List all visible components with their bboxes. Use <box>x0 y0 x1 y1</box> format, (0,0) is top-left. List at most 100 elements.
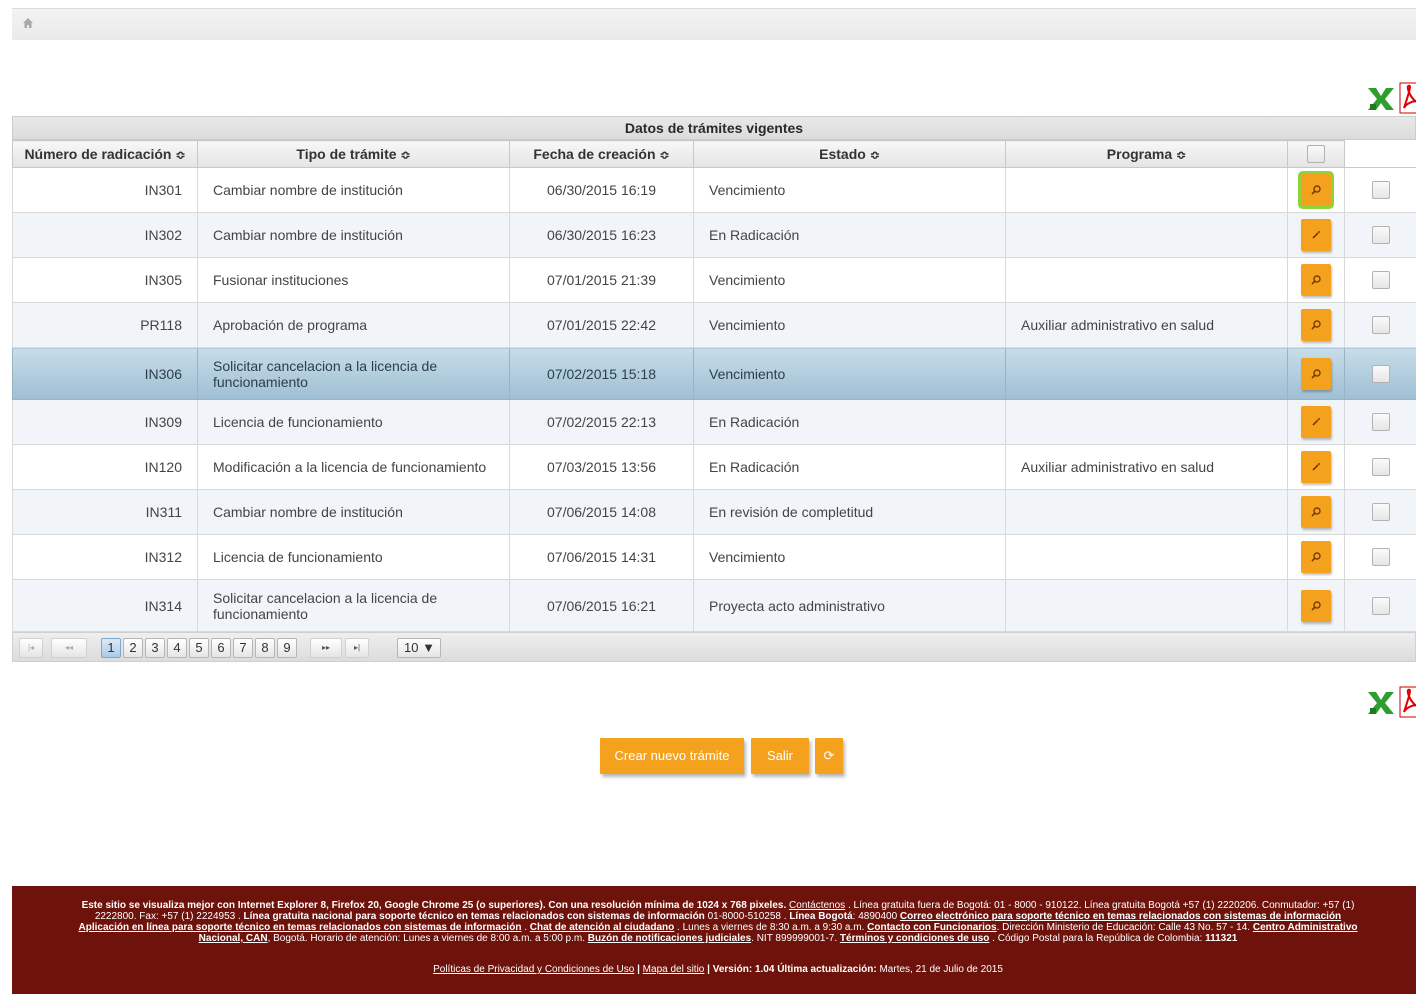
cell-tipo: Cambiar nombre de institución <box>197 167 510 213</box>
col-numero-radicacion[interactable]: Número de radicación ≎ <box>12 140 198 168</box>
privacy-link[interactable]: Políticas de Privacidad y Condiciones de… <box>433 964 634 975</box>
pager-page-6[interactable]: 6 <box>211 638 231 658</box>
table-row[interactable]: IN120 Modificación a la licencia de funci… <box>12 444 1416 490</box>
col-programa[interactable]: Programa ≎ <box>1005 140 1288 168</box>
table-row[interactable]: PR118 Aprobación de programa 07/01/2015 22… <box>12 302 1416 348</box>
cell-action <box>1287 167 1345 213</box>
pdf-export-icon[interactable] <box>1398 686 1416 718</box>
online-support-link[interactable]: Aplicación en línea para soporte técnico… <box>79 922 522 933</box>
chat-link[interactable]: Chat de atención al ciudadano <box>530 922 674 933</box>
select-all-checkbox[interactable] <box>1307 145 1325 164</box>
table-row[interactable]: IN311 Cambiar nombre de institución 07/06/… <box>12 489 1416 535</box>
pager-page-4[interactable]: 4 <box>167 638 187 658</box>
row-checkbox[interactable] <box>1371 413 1390 432</box>
cell-tipo: Solicitar cancelacion a la licencia de f… <box>197 347 510 400</box>
pager-page-8[interactable]: 8 <box>255 638 275 658</box>
search-icon[interactable] <box>1301 264 1331 296</box>
footer-text: , Bogotá. Horario de atención: Lunes a v… <box>267 933 588 944</box>
row-checkbox[interactable] <box>1371 548 1390 567</box>
pager-prev-button[interactable]: ◂◂ <box>51 638 87 658</box>
refresh-icon[interactable]: ⟳ <box>815 738 843 774</box>
table-header-row: Número de radicación ≎ Tipo de trámite ≎ F… <box>12 140 1416 168</box>
row-checkbox[interactable] <box>1371 503 1390 522</box>
support-email-link[interactable]: Correo electrónico para soporte técnico … <box>900 911 1341 922</box>
cell-fecha: 07/06/2015 14:31 <box>509 534 694 580</box>
sort-icon: ≎ <box>869 148 880 162</box>
footer-line-2: 2222800. Fax: +57 (1) 2224953 . Línea gr… <box>28 911 1408 922</box>
cell-select <box>1344 302 1416 348</box>
table-row[interactable]: IN312 Licencia de funcionamiento 07/06/201… <box>12 534 1416 580</box>
pager-page-7[interactable]: 7 <box>233 638 253 658</box>
rows-per-page-select[interactable]: 10 ▼ <box>397 638 441 658</box>
cell-fecha: 07/01/2015 21:39 <box>509 257 694 303</box>
row-checkbox[interactable] <box>1371 364 1390 383</box>
pager-next-button[interactable]: ▸▸ <box>310 638 342 658</box>
pager-page-1[interactable]: 1 <box>101 638 121 658</box>
cell-estado: En Radicación <box>693 444 1006 490</box>
home-icon[interactable] <box>22 17 36 31</box>
cell-action <box>1287 257 1345 303</box>
cell-action <box>1287 212 1345 258</box>
excel-export-icon[interactable] <box>1366 84 1396 112</box>
col-select-all <box>1287 140 1345 168</box>
search-icon[interactable] <box>1301 589 1331 622</box>
search-icon[interactable] <box>1301 541 1331 573</box>
col-estado[interactable]: Estado ≎ <box>693 140 1006 168</box>
contact-staff-link[interactable]: Contacto con Funcionarios <box>867 922 996 933</box>
excel-export-icon[interactable] <box>1366 688 1396 716</box>
table-row[interactable]: IN309 Licencia de funcionamiento 07/02/201… <box>12 399 1416 445</box>
row-checkbox[interactable] <box>1371 226 1390 245</box>
table-row[interactable]: IN305 Fusionar instituciones 07/01/2015 21… <box>12 257 1416 303</box>
cell-tipo: Aprobación de programa <box>197 302 510 348</box>
row-checkbox[interactable] <box>1371 458 1390 477</box>
pager-page-3[interactable]: 3 <box>145 638 165 658</box>
exit-button[interactable]: Salir <box>751 738 809 774</box>
table-row[interactable]: IN301 Cambiar nombre de institución 06/30/… <box>12 167 1416 213</box>
table-row[interactable]: IN314 Solicitar cancelacion a la licencia… <box>12 579 1416 632</box>
cell-fecha: 06/30/2015 16:23 <box>509 212 694 258</box>
cell-numero: IN311 <box>12 489 198 535</box>
can-link-cont[interactable]: Nacional, CAN <box>199 933 268 944</box>
pdf-export-icon[interactable] <box>1398 82 1416 114</box>
edit-icon[interactable] <box>1301 406 1331 438</box>
pager-first-button[interactable]: |◂ <box>19 638 43 658</box>
page: Datos de trámites vigentes Número de rad… <box>0 0 1416 994</box>
notifications-link[interactable]: Buzón de notificaciones judiciales <box>588 933 751 944</box>
pager-page-2[interactable]: 2 <box>123 638 143 658</box>
col-tipo-tramite[interactable]: Tipo de trámite ≎ <box>197 140 510 168</box>
search-icon[interactable] <box>1301 496 1331 528</box>
terms-link[interactable]: Términos y condiciones de uso <box>840 933 989 944</box>
search-icon[interactable] <box>1301 357 1331 390</box>
cell-select <box>1344 489 1416 535</box>
cell-fecha: 07/02/2015 15:18 <box>509 347 694 400</box>
row-checkbox[interactable] <box>1371 316 1390 335</box>
footer-text: . Código Postal para la República de Col… <box>989 933 1206 944</box>
pager-page-5[interactable]: 5 <box>189 638 209 658</box>
cell-action <box>1287 347 1345 400</box>
contact-link[interactable]: Contáctenos <box>789 900 845 911</box>
row-checkbox[interactable] <box>1371 271 1390 290</box>
edit-icon[interactable] <box>1301 451 1331 483</box>
sitemap-link[interactable]: Mapa del sitio <box>643 964 705 975</box>
cell-programa <box>1005 579 1288 632</box>
cell-numero: IN314 <box>12 579 198 632</box>
cell-fecha: 06/30/2015 16:19 <box>509 167 694 213</box>
table-row[interactable]: IN302 Cambiar nombre de institución 06/30/… <box>12 212 1416 258</box>
row-checkbox[interactable] <box>1371 181 1390 200</box>
row-checkbox[interactable] <box>1371 596 1390 615</box>
cell-numero: IN309 <box>12 399 198 445</box>
cell-programa: Auxiliar administrativo en salud <box>1005 444 1288 490</box>
edit-icon[interactable] <box>1301 219 1331 251</box>
col-fecha-creacion[interactable]: Fecha de creación ≎ <box>509 140 694 168</box>
search-icon[interactable] <box>1301 174 1331 206</box>
table-row[interactable]: IN306 Solicitar cancelacion a la licencia… <box>12 347 1416 400</box>
search-icon[interactable] <box>1301 309 1331 341</box>
pager-last-button[interactable]: ▸| <box>345 638 369 658</box>
cell-programa <box>1005 534 1288 580</box>
site-footer: Este sitio se visualiza mejor con Intern… <box>12 886 1416 994</box>
can-link[interactable]: Centro Administrativo <box>1253 922 1358 933</box>
footer-line-1: Este sitio se visualiza mejor con Intern… <box>28 900 1408 911</box>
create-tramite-button[interactable]: Crear nuevo trámite <box>600 738 744 774</box>
pager-page-9[interactable]: 9 <box>277 638 297 658</box>
cell-action <box>1287 534 1345 580</box>
